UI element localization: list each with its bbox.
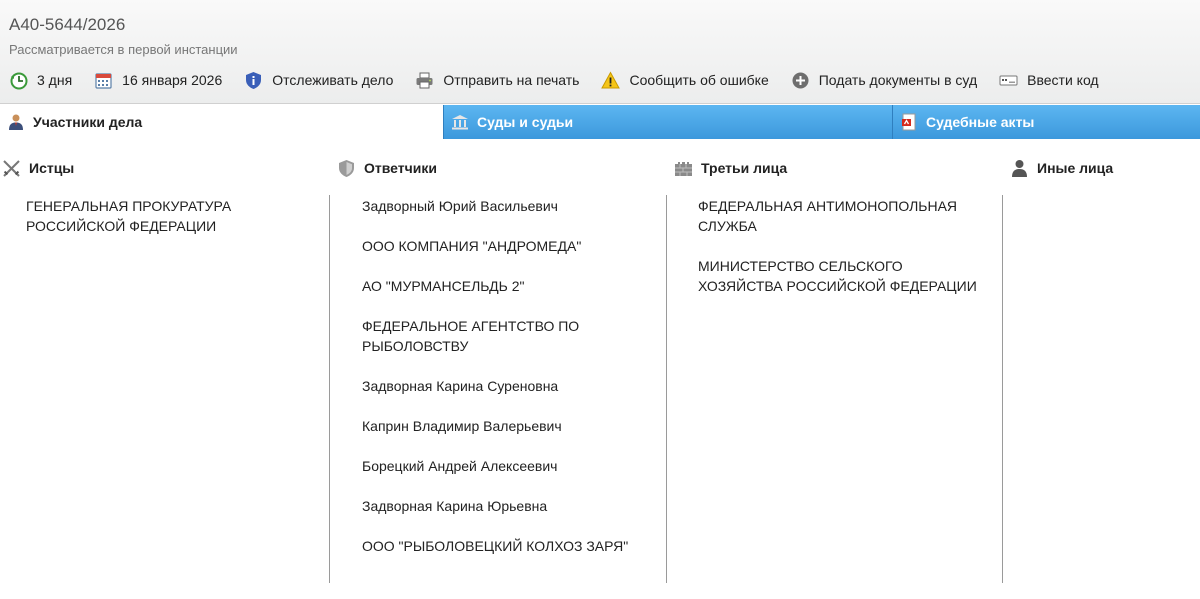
case-status: Рассматривается в первой инстанции [9,42,238,57]
tab-participants[interactable]: Участники дела [0,104,443,140]
list-item[interactable]: ФЕДЕРАЛЬНОЕ АГЕНТСТВО ПО РЫБОЛОВСТВУ [362,316,654,356]
person-icon [1010,159,1029,178]
list-item[interactable]: ООО "РЫБОЛОВЕЦКИЙ КОЛХОЗ ЗАРЯ" [362,536,654,556]
plaintiffs-title: Истцы [29,160,75,176]
column-divider [1002,195,1003,583]
other-persons-title: Иные лица [1037,160,1114,176]
clock-icon [9,71,28,90]
plus-circle-icon [791,71,810,90]
printer-icon [415,71,434,90]
submit-documents-label: Подать документы в суд [818,72,978,88]
calendar-icon [94,71,113,90]
list-item[interactable]: МИНИСТЕРСТВО СЕЛЬСКОГО ХОЗЯЙСТВА РОССИЙС… [698,256,988,296]
tab-courts-judges-label: Суды и судьи [477,114,574,130]
shield-icon [337,159,356,178]
submit-documents-button[interactable]: Подать документы в суд [791,68,977,92]
case-header: А40-5644/2026 Рассматривается в первой и… [0,0,1200,104]
shield-icon [244,71,263,90]
courthouse-icon [451,113,469,131]
print-label: Отправить на печать [443,72,580,88]
defendants-list: Задворный Юрий Васильевич ООО КОМПАНИЯ "… [362,196,654,576]
tab-courts-judges[interactable]: Суды и судьи [443,105,892,139]
case-toolbar: 3 дня 16 января 2026 Отслеживать дело От… [9,68,1121,92]
list-item[interactable]: Задворная Карина Суреновна [362,376,654,396]
list-item[interactable]: Задворная Карина Юрьевна [362,496,654,516]
column-divider [329,195,330,583]
track-case-label: Отслеживать дело [272,72,394,88]
report-error-button[interactable]: Сообщить об ошибке [601,68,769,92]
defendants-header: Ответчики [337,157,437,179]
third-parties-header: Третьи лица [674,157,787,179]
plaintiffs-header: Истцы [2,157,74,179]
list-item[interactable]: ООО КОМПАНИЯ "АНДРОМЕДА" [362,236,654,256]
third-parties-list: ФЕДЕРАЛЬНАЯ АНТИМОНОПОЛЬНАЯ СЛУЖБА МИНИС… [698,196,988,316]
list-item[interactable]: ГЕНЕРАЛЬНАЯ ПРОКУРАТУРА РОССИЙСКОЙ ФЕДЕР… [26,196,316,236]
column-divider [666,195,667,583]
days-counter-label: 3 дня [37,72,73,88]
case-number: А40-5644/2026 [9,15,126,34]
list-item[interactable]: Задворный Юрий Васильевич [362,196,654,216]
tab-court-acts[interactable]: Судебные акты [892,105,1200,139]
list-item[interactable]: Борецкий Андрей Алексеевич [362,456,654,476]
date-label: 16 января 2026 [122,72,223,88]
track-case-button[interactable]: Отслеживать дело [244,68,393,92]
enter-code-button[interactable]: Ввести код [999,68,1099,92]
crossed-swords-icon [2,159,21,178]
defendants-title: Ответчики [364,160,437,176]
user-suit-icon [7,113,25,131]
days-counter-button[interactable]: 3 дня [9,68,72,92]
enter-code-label: Ввести код [1027,72,1099,88]
tab-participants-label: Участники дела [33,114,143,130]
other-persons-header: Иные лица [1010,157,1113,179]
case-tabs: Участники дела Суды и судьи Судебные акт… [0,104,1200,140]
keyboard-icon [999,71,1018,90]
tab-court-acts-label: Судебные акты [926,114,1035,130]
report-error-label: Сообщить об ошибке [629,72,769,88]
list-item[interactable]: АО "МУРМАНСЕЛЬДЬ 2" [362,276,654,296]
date-button[interactable]: 16 января 2026 [94,68,222,92]
warning-icon [601,70,621,90]
list-item[interactable]: Каприн Владимир Валерьевич [362,416,654,436]
plaintiffs-list: ГЕНЕРАЛЬНАЯ ПРОКУРАТУРА РОССИЙСКОЙ ФЕДЕР… [26,196,316,256]
list-item[interactable]: ФЕДЕРАЛЬНАЯ АНТИМОНОПОЛЬНАЯ СЛУЖБА [698,196,988,236]
pdf-document-icon [900,113,918,131]
print-button[interactable]: Отправить на печать [415,68,579,92]
castle-wall-icon [674,159,693,178]
third-parties-title: Третьи лица [701,160,788,176]
